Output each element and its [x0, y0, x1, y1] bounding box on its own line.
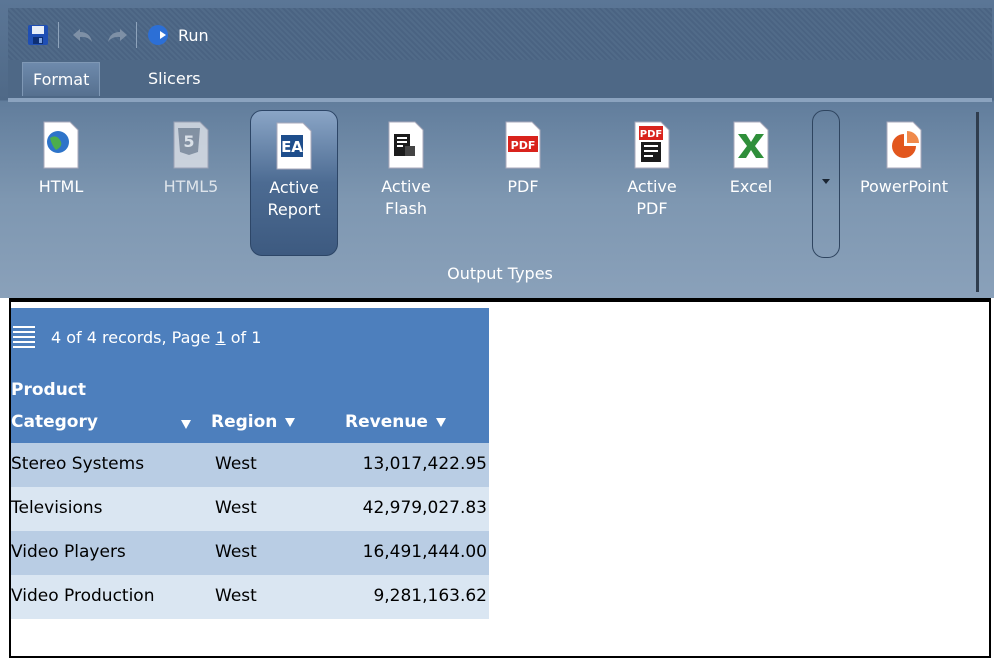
- tab-format[interactable]: Format: [22, 62, 101, 96]
- save-button[interactable]: [26, 22, 50, 48]
- run-label: Run: [178, 25, 209, 45]
- chevron-down-icon: [822, 179, 830, 184]
- excel-icon: [733, 121, 769, 169]
- column-header-category-line1: Product: [11, 380, 86, 400]
- svg-text:5: 5: [183, 132, 194, 151]
- report-canvas: 4 of 4 records, Page 1 of 1 Product Cate…: [9, 298, 991, 658]
- toolbar-separator: [136, 22, 137, 48]
- sort-dropdown-icon[interactable]: [285, 417, 296, 427]
- ribbon-divider: [976, 112, 979, 292]
- report-header: 4 of 4 records, Page 1 of 1 Product Cate…: [11, 308, 489, 443]
- quick-access-toolbar: Run: [8, 8, 992, 60]
- cell-revenue: 16,491,444.00: [362, 542, 487, 562]
- active-flash-output-button[interactable]: Active Flash: [370, 110, 442, 260]
- sort-dropdown-icon[interactable]: [435, 417, 446, 427]
- svg-text:PDF: PDF: [640, 129, 662, 140]
- column-header-region[interactable]: Region: [211, 412, 296, 432]
- active-flash-label: Active: [381, 177, 431, 196]
- svg-text:PDF: PDF: [511, 139, 536, 152]
- html-output-label: HTML: [38, 177, 84, 196]
- cell-region: West: [215, 586, 257, 606]
- pdf-icon: PDF: [505, 121, 541, 169]
- records-info: 4 of 4 records, Page 1 of 1: [51, 328, 262, 347]
- column-header-category[interactable]: Category: [11, 412, 98, 432]
- ribbon: Run Format Slicers HTML 5 HTML5 EA Activ…: [0, 0, 994, 298]
- cell-region: West: [215, 498, 257, 518]
- html-output-button[interactable]: HTML: [26, 110, 96, 260]
- ribbon-tabs: Format Slicers: [8, 60, 992, 98]
- cell-category: Televisions: [11, 498, 103, 518]
- html5-output-button[interactable]: 5 HTML5: [156, 110, 226, 260]
- redo-button[interactable]: [104, 22, 130, 48]
- cell-region: West: [215, 542, 257, 562]
- run-button[interactable]: Run: [146, 22, 209, 48]
- table-row[interactable]: Televisions West 42,979,027.83: [11, 487, 489, 531]
- undo-icon: [73, 29, 92, 42]
- svg-text:EA: EA: [281, 138, 303, 156]
- html-icon: [43, 121, 79, 169]
- table-row[interactable]: Stereo Systems West 13,017,422.95: [11, 443, 489, 487]
- powerpoint-output-button[interactable]: PowerPoint: [846, 110, 962, 260]
- ribbon-panel-output-types: HTML 5 HTML5 EA Active Report Active Fla…: [8, 102, 992, 298]
- run-icon: [148, 25, 168, 45]
- save-icon: [28, 25, 48, 45]
- excel-output-label: Excel: [729, 177, 773, 196]
- redo-icon: [108, 29, 127, 42]
- cell-revenue: 9,281,163.62: [373, 586, 487, 606]
- pdf-output-button[interactable]: PDF PDF: [488, 110, 558, 260]
- cell-category: Stereo Systems: [11, 454, 145, 474]
- active-pdf-icon: PDF: [634, 121, 670, 169]
- tab-slicers[interactable]: Slicers: [138, 62, 211, 96]
- cell-revenue: 42,979,027.83: [362, 498, 487, 518]
- powerpoint-icon: [886, 121, 922, 169]
- html5-icon: 5: [173, 121, 209, 169]
- active-report-output-button[interactable]: EA Active Report: [250, 110, 338, 256]
- html5-output-label: HTML5: [163, 177, 219, 196]
- active-report-label: Active: [269, 178, 319, 197]
- ribbon-group-label: Output Types: [447, 264, 553, 283]
- column-header-revenue[interactable]: Revenue: [345, 412, 446, 432]
- cell-category: Video Players: [11, 542, 126, 562]
- table-row[interactable]: Video Production West 9,281,163.62: [11, 575, 489, 619]
- more-output-types-dropdown[interactable]: [812, 110, 840, 258]
- active-report-icon: EA: [276, 122, 312, 170]
- cell-region: West: [215, 454, 257, 474]
- active-pdf-output-button[interactable]: PDF Active PDF: [616, 110, 688, 260]
- page-number-link[interactable]: 1: [215, 328, 225, 347]
- active-flash-icon: [388, 121, 424, 169]
- table-row[interactable]: Video Players West 16,491,444.00: [11, 531, 489, 575]
- cell-category: Video Production: [11, 586, 155, 606]
- menu-icon[interactable]: [13, 326, 35, 348]
- cell-revenue: 13,017,422.95: [362, 454, 487, 474]
- toolbar-separator: [58, 22, 59, 48]
- excel-output-button[interactable]: Excel: [716, 110, 786, 260]
- undo-button[interactable]: [70, 22, 96, 48]
- powerpoint-output-label: PowerPoint: [859, 177, 949, 196]
- sort-dropdown-icon[interactable]: [181, 420, 191, 429]
- pdf-output-label: PDF: [507, 177, 539, 196]
- active-report-table: 4 of 4 records, Page 1 of 1 Product Cate…: [11, 308, 489, 619]
- active-pdf-label: Active: [627, 177, 677, 196]
